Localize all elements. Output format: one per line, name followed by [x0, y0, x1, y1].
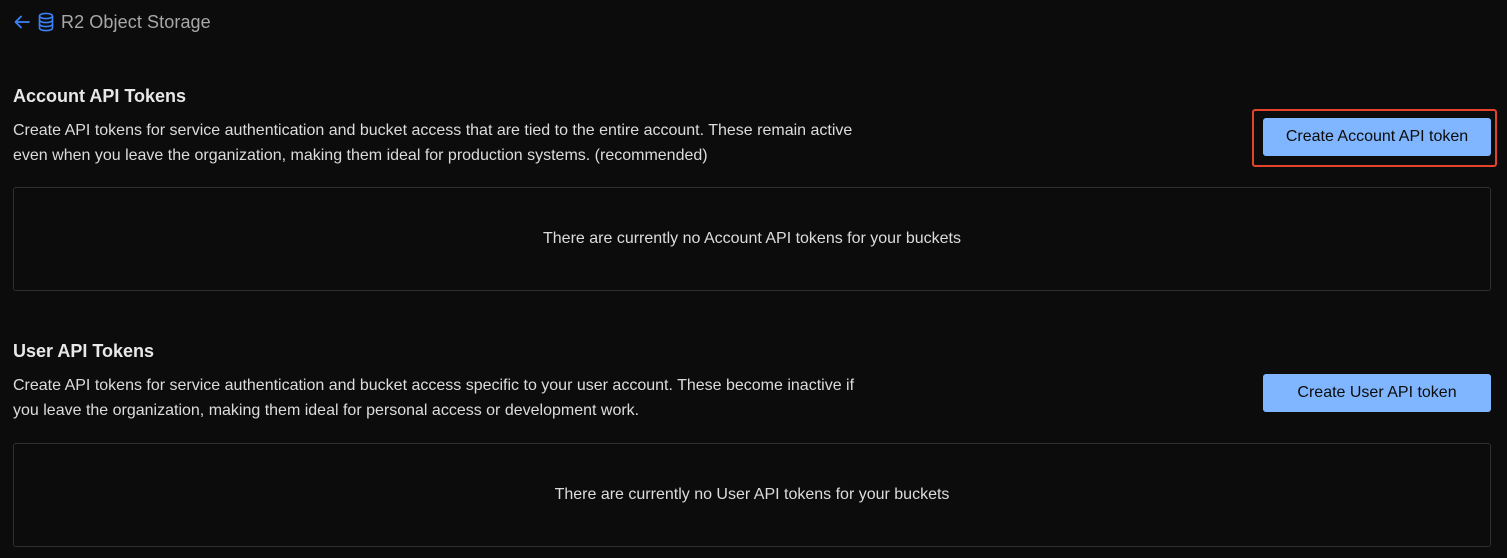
user-tokens-empty-state: There are currently no User API tokens f…	[13, 443, 1491, 547]
user-tokens-description-line1: Create API tokens for service authentica…	[13, 377, 855, 394]
user-tokens-section: User API Tokens Create API tokens for se…	[13, 0, 1491, 558]
user-tokens-description-line2: you leave the organization, making them …	[13, 402, 640, 419]
page: R2 Object Storage Account API Tokens Cre…	[0, 0, 1507, 558]
user-tokens-description: Create API tokens for service authentica…	[13, 373, 973, 423]
user-tokens-empty-message: There are currently no User API tokens f…	[554, 486, 950, 503]
create-user-api-token-button[interactable]: Create User API token	[1263, 374, 1491, 412]
user-tokens-title: User API Tokens	[13, 341, 155, 361]
